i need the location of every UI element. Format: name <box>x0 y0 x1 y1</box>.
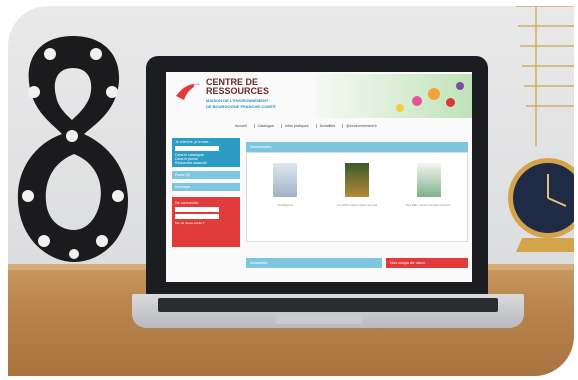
search-input[interactable] <box>175 146 219 151</box>
book-caption: Des ZED : Zones humides d'intérêt... <box>406 203 452 207</box>
main-content: Nouveautés L'intelligence Les 1000 espèc… <box>246 142 468 242</box>
actualites-heading: Actualités <box>250 260 268 265</box>
book-cover[interactable] <box>273 163 297 197</box>
logo-icon <box>176 83 200 100</box>
historique-panel[interactable]: Historique <box>172 183 240 191</box>
subtitle-line2: DE BOURGOGNE FRANCHE-COMTÉ <box>206 104 276 109</box>
nav-actualites[interactable]: Actualités <box>315 124 339 128</box>
coup-de-coeur-heading: Nos coups de cœur <box>390 260 425 265</box>
book-caption: L'intelligence <box>276 203 294 207</box>
nav-catalogue[interactable]: Catalogue <box>253 124 277 128</box>
advanced-search-link[interactable]: Recherche avancée <box>175 161 237 165</box>
forgot-link[interactable]: Mot de passe oublié ? <box>175 221 237 225</box>
actualites-bar: Actualités <box>246 258 382 268</box>
search-block: Je cherche, je trouve... Dans le catalog… <box>172 138 240 167</box>
nouveautes-bar: Nouveautés <box>246 142 468 152</box>
laptop-screen: CENTRE DE RESSOURCES MAISON DE L'ENVIRON… <box>166 72 472 282</box>
login-input[interactable] <box>175 207 219 212</box>
nav-infos[interactable]: Infos pratiques <box>280 124 312 128</box>
table-clock <box>508 158 574 252</box>
book-cover[interactable] <box>345 163 369 197</box>
login-block: Se connecter Mot de passe oublié ? <box>172 197 240 247</box>
scene: CENTRE DE RESSOURCES MAISON DE L'ENVIRON… <box>8 6 574 376</box>
coup-de-coeur-bar: Nos coups de cœur <box>386 258 468 268</box>
main-nav: Accueil Catalogue Infos pratiques Actual… <box>232 124 380 128</box>
title-line2: RESSOURCES <box>206 86 270 96</box>
nouveautes-panel: L'intelligence Les 1000 espèces dans nos… <box>246 152 468 242</box>
header-banner <box>316 74 472 118</box>
bottom-bars: Actualités Nos coups de cœur <box>246 258 468 268</box>
nav-accueil[interactable]: Accueil <box>232 124 250 128</box>
nouveautes-heading: Nouveautés <box>250 144 272 149</box>
sidebar: Je cherche, je trouve... Dans le catalog… <box>172 138 240 247</box>
book-cover[interactable] <box>417 163 441 197</box>
login-heading: Se connecter <box>175 200 199 205</box>
panier-panel[interactable]: Panier (0) <box>172 171 240 179</box>
book-caption: Les 1000 espèces dans nos vies <box>336 203 378 207</box>
site-subtitle: MAISON DE L'ENVIRONNEMENT DE BOURGOGNE F… <box>206 98 276 110</box>
keyboard <box>158 298 498 312</box>
trackpad <box>276 314 362 324</box>
nav-contact[interactable]: @environnement.fr <box>342 124 380 128</box>
desk-lamp <box>516 6 574 146</box>
photo: CENTRE DE RESSOURCES MAISON DE L'ENVIRON… <box>0 0 578 380</box>
password-input[interactable] <box>175 214 219 219</box>
site-title: CENTRE DE RESSOURCES <box>206 78 269 96</box>
marquee-eight-sign <box>17 36 129 262</box>
search-heading: Je cherche, je trouve... <box>175 140 212 144</box>
